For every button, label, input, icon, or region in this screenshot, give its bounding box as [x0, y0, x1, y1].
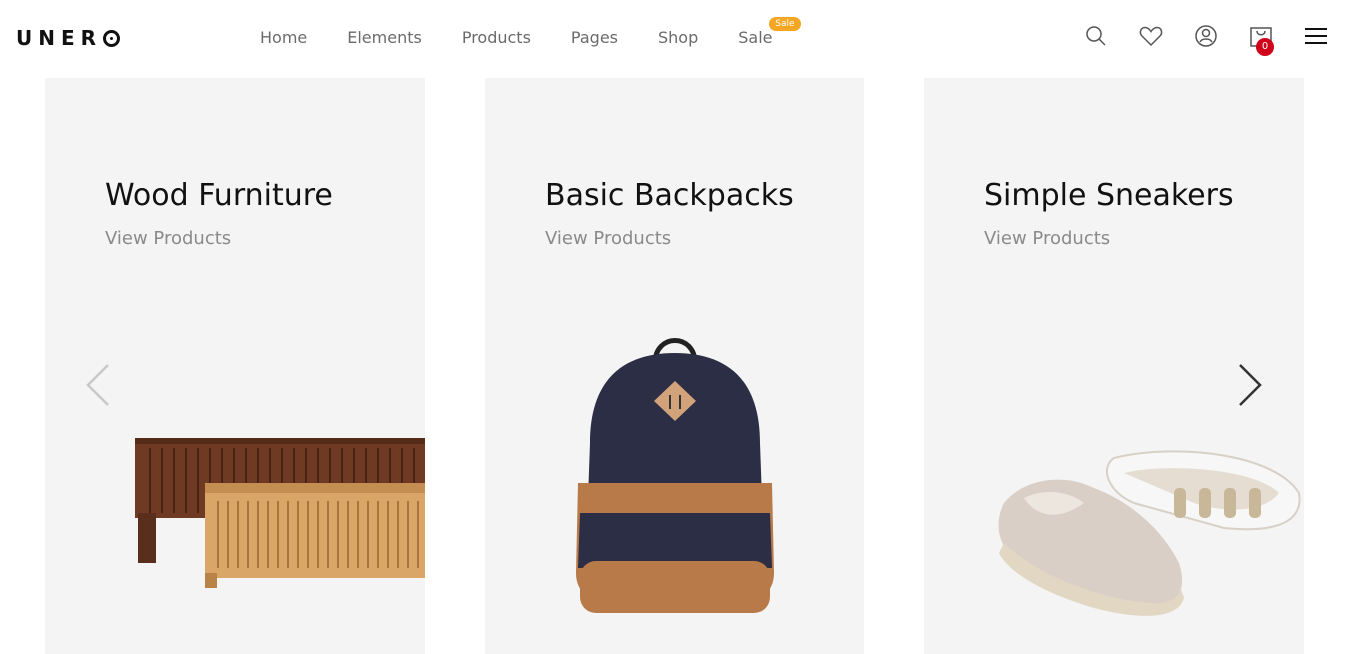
backpack-image	[576, 338, 774, 613]
header-icons: 0	[1055, 22, 1330, 56]
sneakers-image	[998, 450, 1301, 616]
nav-item-sale[interactable]: Sale Sale	[738, 17, 801, 48]
nav-item-shop[interactable]: Shop	[658, 28, 698, 48]
nav-item-pages[interactable]: Pages	[571, 28, 618, 48]
view-products-link[interactable]: View Products	[984, 228, 1110, 249]
user-icon[interactable]	[1192, 22, 1220, 50]
search-icon[interactable]	[1082, 22, 1110, 50]
nav-item-home[interactable]: Home	[260, 28, 307, 48]
heart-icon[interactable]	[1137, 22, 1165, 50]
view-products-link[interactable]: View Products	[545, 228, 671, 249]
card-title: Wood Furniture	[105, 178, 333, 213]
nav-item-elements[interactable]: Elements	[347, 28, 422, 48]
view-products-link[interactable]: View Products	[105, 228, 231, 249]
card-title: Basic Backpacks	[545, 178, 794, 213]
hamburger-menu-icon[interactable]	[1302, 22, 1330, 50]
cart-count-badge: 0	[1256, 38, 1274, 56]
sale-badge: Sale	[769, 17, 801, 31]
main-nav: Home Elements Products Pages Shop Sale S…	[260, 17, 813, 48]
logo-text: UNER	[16, 26, 103, 50]
logo-o-mark	[103, 29, 121, 47]
site-logo[interactable]: UNER	[16, 26, 121, 50]
wood-furniture-image	[135, 438, 425, 588]
category-card-basic-backpacks[interactable]: Basic Backpacks View Products	[485, 78, 864, 654]
site-header: UNER Home Elements Products Pages Shop S…	[0, 0, 1348, 78]
card-title: Simple Sneakers	[984, 178, 1234, 213]
carousel-next-arrow[interactable]	[1230, 360, 1270, 410]
nav-item-products[interactable]: Products	[462, 28, 531, 48]
carousel-prev-arrow[interactable]	[78, 360, 118, 410]
cart-icon[interactable]: 0	[1247, 22, 1275, 56]
